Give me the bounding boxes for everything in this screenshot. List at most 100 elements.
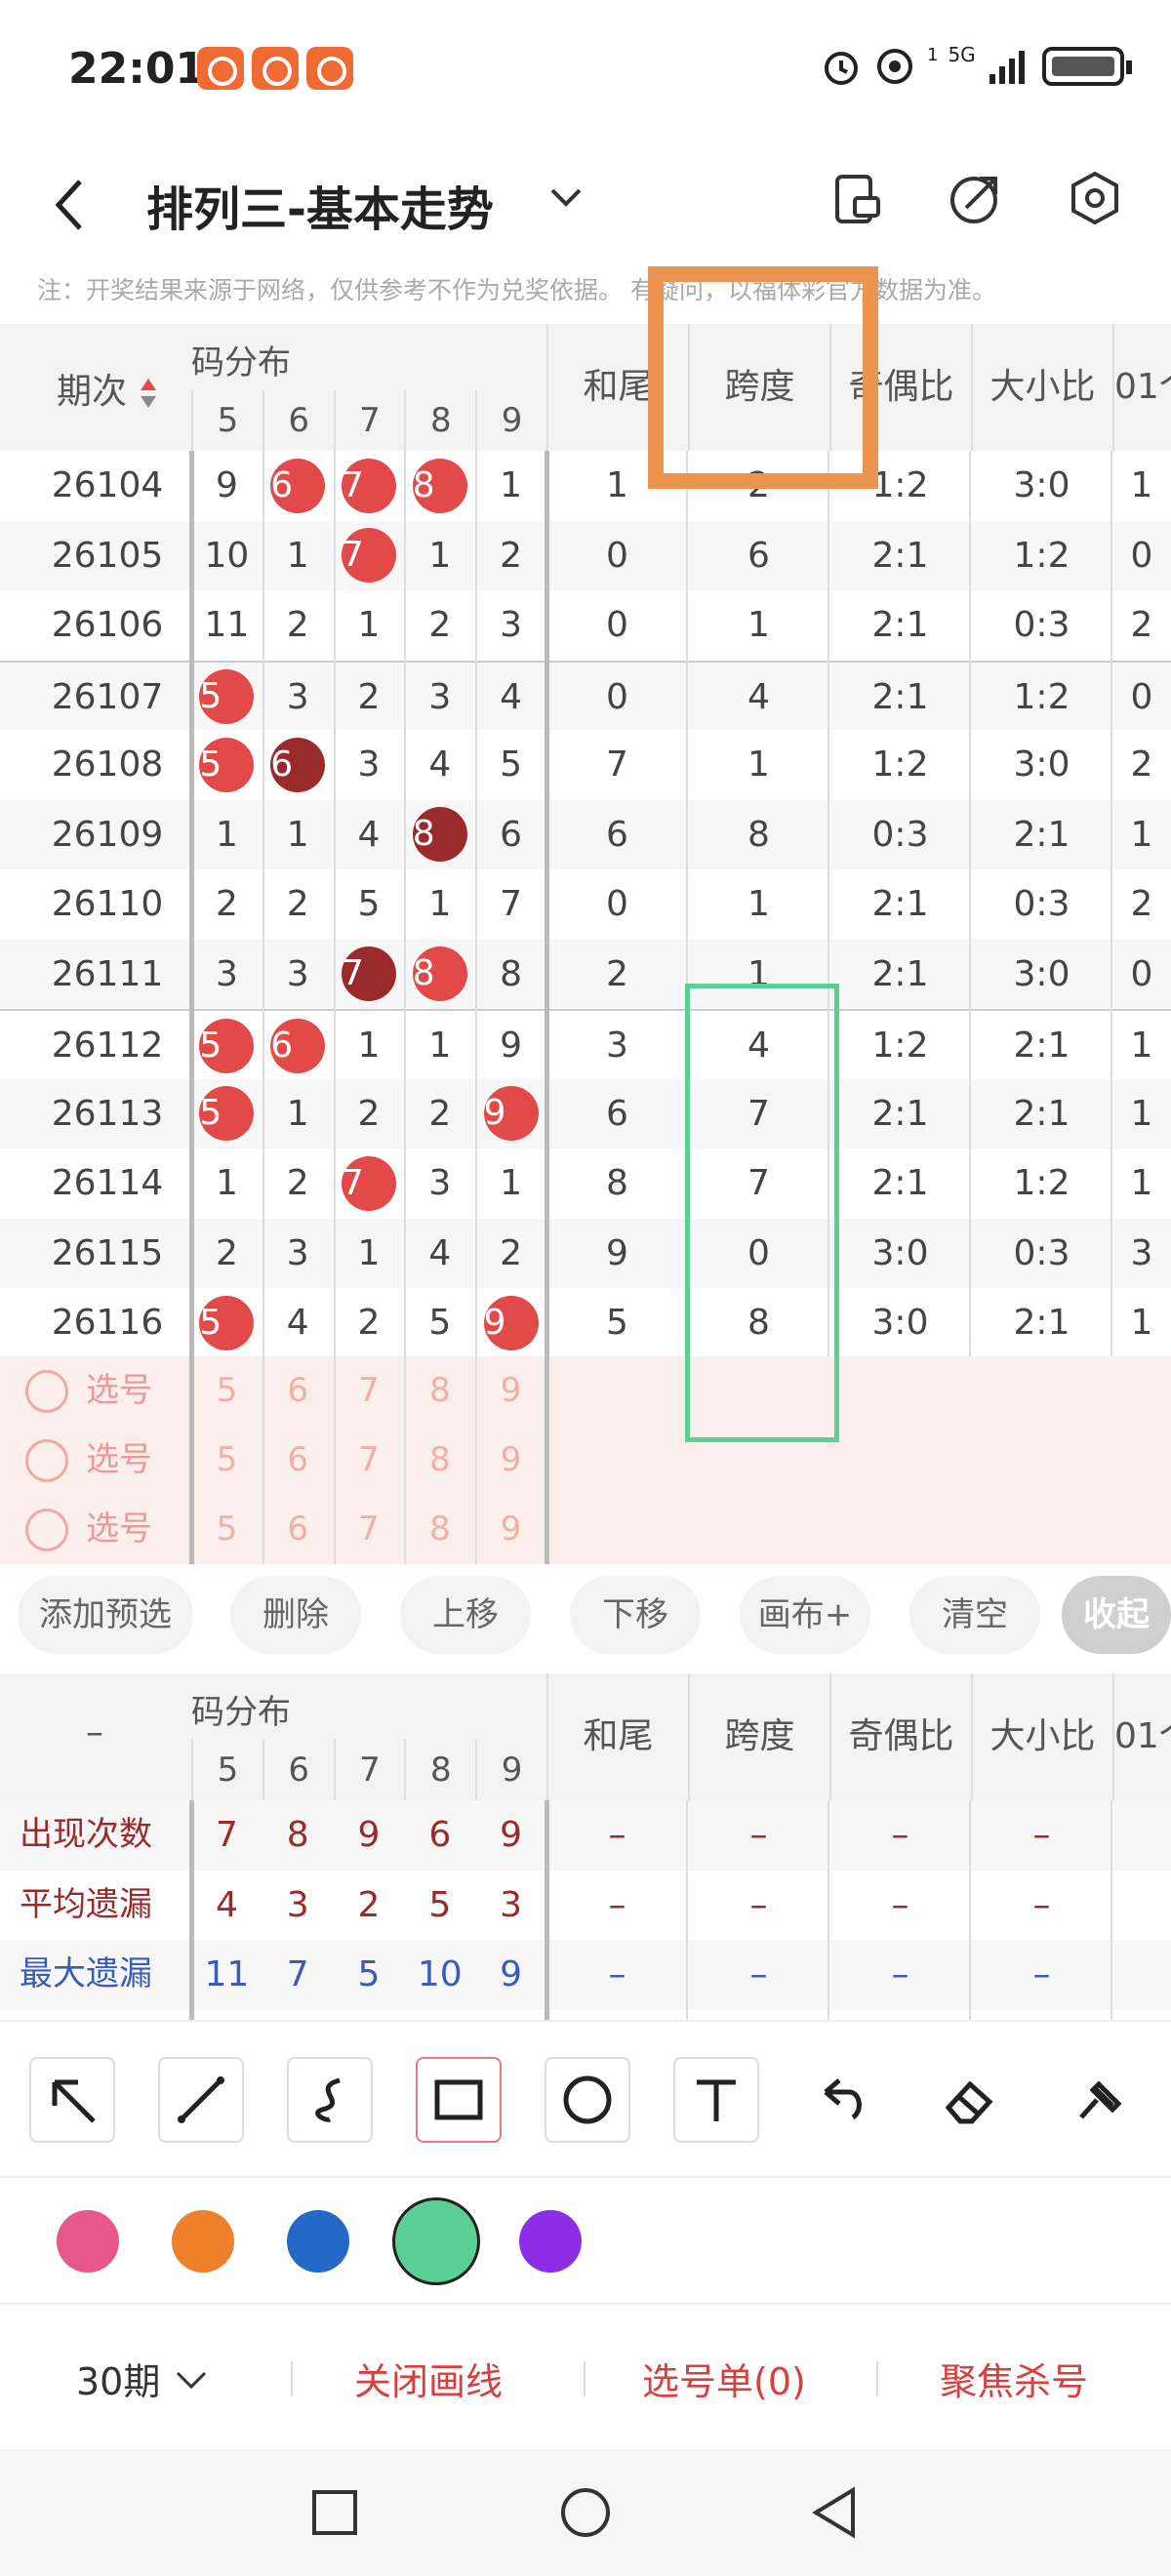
table-row[interactable]: 26109 1 1 4 8 6 6 8 0:3 2:1 1 bbox=[0, 799, 1171, 869]
color-swatch-blue[interactable] bbox=[287, 2210, 349, 2273]
settings-icon[interactable] bbox=[1068, 171, 1122, 225]
rectangle-icon[interactable] bbox=[416, 2057, 502, 2143]
pick-digit[interactable]: 8 bbox=[404, 1356, 475, 1426]
share-icon[interactable] bbox=[949, 171, 1003, 225]
digit-cell: 5 bbox=[191, 663, 262, 733]
grid-line bbox=[686, 1800, 688, 2020]
chevron-left-icon[interactable] bbox=[51, 176, 90, 248]
text-icon[interactable] bbox=[673, 2057, 759, 2143]
table-row[interactable]: 26116 5 4 2 5 9 5 8 3:0 2:1 1 bbox=[0, 1288, 1171, 1358]
brush-icon[interactable] bbox=[1056, 2057, 1142, 2143]
digit-cell: 2 bbox=[404, 590, 475, 661]
pick-radio[interactable] bbox=[25, 1509, 68, 1551]
pick-digit[interactable]: 9 bbox=[475, 1495, 546, 1564]
table-row[interactable]: 26108 5 6 3 4 5 7 1 1:2 3:0 2 bbox=[0, 730, 1171, 800]
digit-cell: 5 bbox=[191, 1011, 262, 1081]
back-nav-icon[interactable] bbox=[810, 2486, 859, 2539]
collapse-button[interactable]: 收起 bbox=[1062, 1576, 1171, 1654]
pick-radio[interactable] bbox=[25, 1370, 68, 1413]
table-row[interactable]: 26104 9 6 7 8 1 1 2 1:2 3:0 1 bbox=[0, 451, 1171, 521]
line-icon[interactable] bbox=[158, 2057, 244, 2143]
miss-count: 4 bbox=[428, 745, 452, 785]
period-cell: 26113 bbox=[51, 1093, 164, 1134]
pick-digit[interactable]: 7 bbox=[334, 1356, 405, 1426]
digit-col-headers: 56789 bbox=[191, 390, 546, 451]
stat-cell-last: 2 bbox=[1130, 605, 1153, 645]
digit-cell: 3 bbox=[191, 940, 262, 1010]
color-swatch-purple[interactable] bbox=[519, 2210, 582, 2273]
pick-digit[interactable]: 6 bbox=[262, 1426, 334, 1495]
period-select[interactable]: 30期 bbox=[76, 2352, 211, 2405]
stats-row: 出现次数 7 8 9 6 9 – – – – bbox=[0, 1800, 1171, 1871]
action-button[interactable]: 清空 bbox=[909, 1576, 1040, 1654]
close-lines-button[interactable]: 关闭画线 bbox=[354, 2352, 503, 2405]
table-row[interactable]: 26115 2 3 1 4 2 9 0 3:0 0:3 3 bbox=[0, 1218, 1171, 1288]
pick-digit[interactable]: 5 bbox=[191, 1356, 262, 1426]
recent-apps-icon[interactable] bbox=[310, 2488, 359, 2537]
stat-col-header: 和尾 bbox=[546, 1673, 688, 1800]
miss-count: 2 bbox=[215, 884, 238, 925]
circle-icon[interactable] bbox=[545, 2057, 630, 2143]
action-button[interactable]: 添加预选 bbox=[18, 1576, 193, 1654]
stats-row: 最大遗漏 11 7 5 10 9 – – – – bbox=[0, 1940, 1171, 2010]
pick-digit[interactable]: 6 bbox=[262, 1495, 334, 1564]
stat-cell-big-small: 3:0 bbox=[1013, 465, 1070, 505]
stat-cell-sum-tail: 5 bbox=[606, 1303, 628, 1343]
table-row[interactable]: 26113 5 1 2 2 9 6 7 2:1 2:1 1 bbox=[0, 1078, 1171, 1148]
chevron-down-icon[interactable] bbox=[546, 179, 586, 227]
table-row[interactable]: 26106 11 2 1 2 3 0 1 2:1 0:3 2 bbox=[0, 590, 1171, 661]
table-row[interactable]: 26114 1 2 7 3 1 8 7 2:1 1:2 1 bbox=[0, 1148, 1171, 1219]
miss-count: 3 bbox=[428, 1163, 452, 1204]
table-row[interactable]: 26111 3 3 7 8 8 2 1 2:1 3:0 0 bbox=[0, 939, 1171, 1010]
pick-list-button[interactable]: 选号单(0) bbox=[642, 2352, 806, 2405]
home-icon[interactable] bbox=[559, 2486, 612, 2539]
action-button[interactable]: 画布+ bbox=[740, 1576, 870, 1654]
digit-cell: 9 bbox=[475, 1011, 546, 1081]
table-row[interactable]: 26110 2 2 5 1 7 0 1 2:1 0:3 2 bbox=[0, 869, 1171, 940]
focus-kill-button[interactable]: 聚焦杀号 bbox=[940, 2352, 1088, 2405]
period-cell: 26104 bbox=[51, 465, 164, 505]
stats-digit-headers: 56789 bbox=[191, 1740, 546, 1800]
color-swatch-orange[interactable] bbox=[172, 2210, 234, 2273]
grid-line bbox=[1110, 451, 1112, 1358]
stats-dash: – bbox=[749, 1884, 768, 1925]
stats-value: 2 bbox=[191, 2010, 262, 2021]
period-header[interactable]: 期次 bbox=[57, 363, 159, 414]
table-row[interactable]: 26112 5 6 1 1 9 3 4 1:2 2:1 1 bbox=[0, 1009, 1171, 1079]
action-button[interactable]: 下移 bbox=[570, 1576, 701, 1654]
eraser-icon[interactable] bbox=[927, 2057, 1013, 2143]
stat-cell-last: 1 bbox=[1130, 814, 1153, 855]
arrow-icon[interactable] bbox=[29, 2057, 115, 2143]
color-swatch-green-selected[interactable] bbox=[392, 2197, 480, 2285]
stat-cell-big-small: 1:2 bbox=[1013, 1163, 1070, 1203]
action-button[interactable]: 上移 bbox=[400, 1576, 531, 1654]
pick-digit[interactable]: 8 bbox=[404, 1426, 475, 1495]
stats-value: 6 bbox=[428, 1815, 452, 1855]
pick-label: 选号 bbox=[86, 1440, 152, 1479]
digit-cell: 2 bbox=[191, 869, 262, 940]
stat-cell-big-small: 1:2 bbox=[1013, 535, 1070, 576]
pick-digit[interactable]: 7 bbox=[334, 1426, 405, 1495]
battery-icon bbox=[1041, 47, 1132, 86]
freehand-icon[interactable] bbox=[287, 2057, 373, 2143]
pick-digit[interactable]: 5 bbox=[191, 1495, 262, 1564]
action-button[interactable]: 删除 bbox=[230, 1576, 361, 1654]
undo-icon[interactable] bbox=[798, 2057, 884, 2143]
pick-digit[interactable]: 5 bbox=[191, 1426, 262, 1495]
miss-count: 1 bbox=[357, 1026, 381, 1067]
chevron-down-icon bbox=[177, 2371, 207, 2390]
table-row[interactable]: 26105 10 1 7 1 2 0 6 2:1 1:2 0 bbox=[0, 520, 1171, 590]
pick-digit[interactable]: 6 bbox=[262, 1356, 334, 1426]
digit-cell: 1 bbox=[404, 1011, 475, 1081]
table-row[interactable]: 26107 5 3 2 3 4 0 4 2:1 1:2 0 bbox=[0, 660, 1171, 733]
pick-digit[interactable]: 9 bbox=[475, 1426, 546, 1495]
period-cell: 26114 bbox=[51, 1163, 164, 1203]
color-swatch-pink[interactable] bbox=[57, 2210, 119, 2273]
pick-digit[interactable]: 7 bbox=[334, 1495, 405, 1564]
pick-row: 选号 5 6 7 8 9 bbox=[0, 1356, 1171, 1426]
pick-digit[interactable]: 8 bbox=[404, 1495, 475, 1564]
pick-digit[interactable]: 9 bbox=[475, 1356, 546, 1426]
miss-count: 2 bbox=[357, 676, 381, 717]
phone-rotate-icon[interactable] bbox=[829, 171, 884, 225]
pick-radio[interactable] bbox=[25, 1439, 68, 1482]
